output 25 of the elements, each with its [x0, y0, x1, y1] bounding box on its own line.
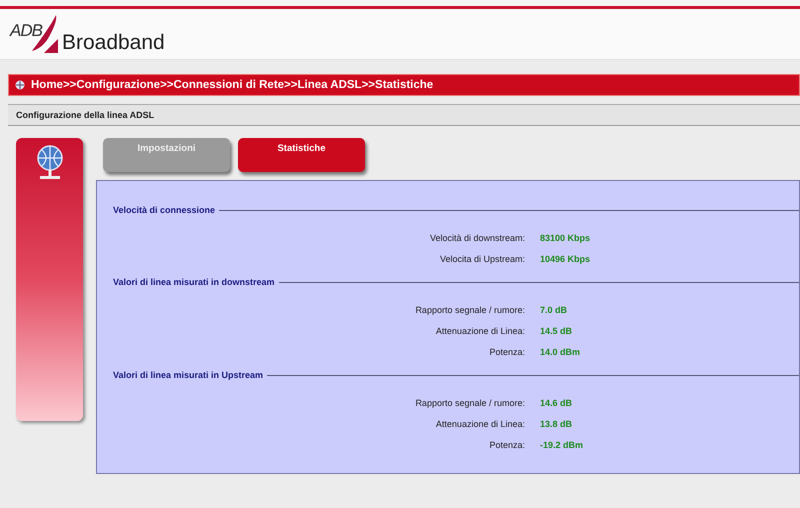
field-label: Rapporto segnale / rumore:	[414, 398, 525, 408]
section-title: Configurazione della linea ADSL	[16, 110, 154, 120]
field-value: 13.8 dB	[540, 418, 574, 428]
field-label: Attenuazione di Linea:	[434, 418, 525, 428]
group-title: Valori di linea misurati in downstream	[113, 277, 275, 287]
field-label: Velocità di downstream:	[428, 232, 525, 242]
group-title: Valori di linea misurati in Upstream	[113, 370, 264, 380]
logo-mark: ADB	[10, 21, 42, 41]
field-label: Potenza:	[488, 440, 525, 450]
field-value: 83100 Kbps	[540, 232, 592, 242]
field-value: -19.2 dBm	[540, 440, 584, 450]
field-value: 14.5 dB	[540, 326, 574, 336]
group-title: Velocità di connessione	[113, 205, 216, 215]
breadcrumb: Home>>Configurazione>>Connessioni di Rete>>Linea ADSL>>Statistiche	[31, 79, 434, 91]
field-label: Attenuazione di Linea:	[434, 326, 525, 336]
field-value: 14.0 dBm	[540, 346, 582, 356]
field-label: Velocita di Upstream:	[438, 254, 525, 264]
field-value: 7.0 dB	[540, 304, 568, 314]
field-value: 14.6 dB	[540, 398, 574, 408]
field-label: Rapporto segnale / rumore:	[414, 304, 525, 314]
logo-text: Broadband	[62, 31, 165, 55]
globe-icon	[15, 80, 25, 90]
field-label: Potenza:	[488, 346, 525, 356]
tab[interactable]: Statistiche	[238, 138, 365, 172]
field-value: 10496 Kbps	[540, 254, 592, 264]
